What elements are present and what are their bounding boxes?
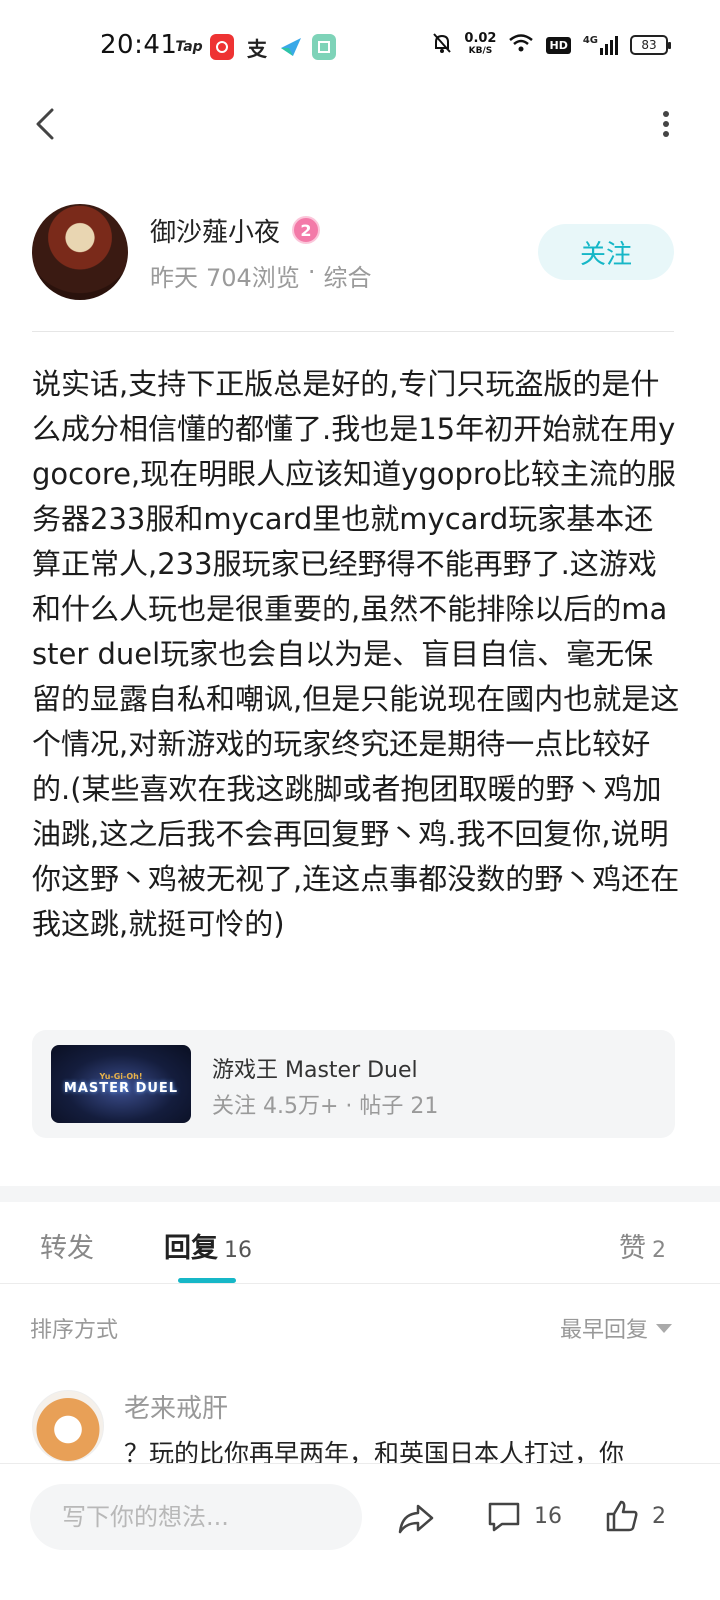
comment-username[interactable]: 老来戒肝 — [124, 1388, 228, 1425]
view-count: 704浏览 — [206, 264, 300, 292]
follow-button[interactable]: 关注 — [538, 224, 674, 280]
comment-button[interactable]: 16 — [486, 1498, 562, 1534]
tab-like-count: 2 — [652, 1238, 666, 1263]
author-avatar[interactable] — [32, 204, 128, 300]
sort-label: 排序方式 — [30, 1318, 119, 1343]
tab-like[interactable]: 赞2 — [619, 1226, 666, 1265]
chevron-left-icon — [36, 108, 54, 140]
bottom-action-bar: 16 2 — [0, 1463, 720, 1600]
more-vertical-icon — [663, 111, 669, 137]
game-thumbnail: Yu-Gi-Oh! MASTER DUEL — [51, 1045, 191, 1123]
tab-repost[interactable]: 转发 — [40, 1226, 94, 1265]
wifi-icon — [508, 33, 534, 57]
divider — [0, 1283, 720, 1284]
level-badge: 2 — [292, 216, 320, 244]
comment-avatar[interactable] — [32, 1390, 104, 1462]
game-title: 游戏王 Master Duel — [212, 1058, 418, 1083]
like-button[interactable]: 2 — [604, 1498, 666, 1534]
battery-indicator: 83 — [630, 35, 671, 55]
like-count: 2 — [652, 1503, 666, 1529]
share-icon — [398, 1504, 434, 1534]
post-meta: 昨天 704浏览 · 综合 — [150, 258, 371, 293]
comment-count: 16 — [534, 1503, 562, 1529]
back-button[interactable] — [28, 104, 68, 144]
tab-reply[interactable]: 回复 16 — [164, 1226, 252, 1265]
feishu-icon — [278, 34, 304, 60]
status-time: 20:41 — [100, 30, 178, 60]
mute-bell-icon — [432, 32, 452, 58]
sort-selected: 最早回复 — [559, 1318, 648, 1343]
caret-down-icon — [656, 1323, 672, 1333]
cell-signal-icon: 4G — [583, 35, 618, 55]
alipay-icon: 支 — [247, 36, 267, 61]
tab-like-label: 赞 — [619, 1233, 646, 1264]
post-category[interactable]: 综合 — [323, 258, 371, 293]
post-body: 说实话,支持下正版总是好的,专门只玩盗版的是什么成分相信懂的都懂了.我也是15年… — [32, 367, 680, 941]
sort-dropdown[interactable]: 最早回复 — [560, 1312, 672, 1344]
tab-reply-count: 16 — [224, 1238, 252, 1263]
game-card[interactable]: Yu-Gi-Oh! MASTER DUEL 游戏王 Master Duel 关注… — [32, 1030, 675, 1138]
status-bar: 20:41 Tap 支 0.02 KB/S HD 4G 83 — [0, 0, 720, 96]
netease-music-icon — [210, 34, 234, 60]
divider — [32, 331, 674, 332]
tab-reply-label: 回复 — [164, 1233, 218, 1264]
net-speed: 0.02 KB/S — [464, 31, 497, 56]
author-name[interactable]: 御沙薤小夜 — [150, 212, 280, 249]
taptap-icon: Tap — [175, 39, 203, 55]
comment-input[interactable] — [30, 1484, 362, 1550]
thumb-logo: MASTER DUEL — [63, 1081, 179, 1096]
section-gap — [0, 1186, 720, 1202]
tab-repost-label: 转发 — [40, 1233, 94, 1264]
game-stats: 关注 4.5万+ · 帖子 21 — [212, 1094, 439, 1119]
more-button[interactable] — [660, 110, 672, 142]
comment-icon — [488, 1502, 520, 1532]
thumbs-up-icon — [606, 1500, 638, 1532]
post-time: 昨天 — [150, 264, 198, 292]
share-button[interactable] — [396, 1498, 436, 1538]
thumb-logo-top: Yu-Gi-Oh! — [99, 1072, 143, 1081]
status-icons: 0.02 KB/S HD 4G 83 — [432, 31, 671, 58]
hd-badge: HD — [546, 36, 571, 54]
meta-separator: · — [307, 258, 316, 286]
reading-app-icon — [312, 34, 336, 60]
